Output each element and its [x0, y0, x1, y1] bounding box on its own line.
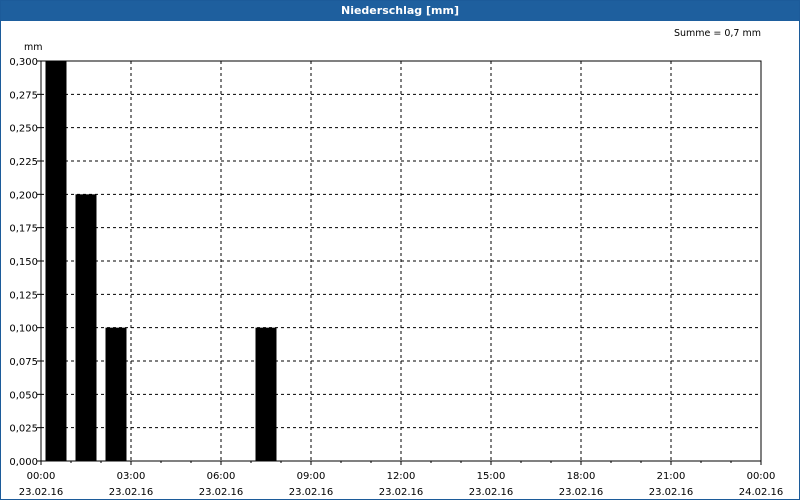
x-tick-time-label: 00:00 [27, 471, 56, 482]
x-tick-time-label: 00:00 [747, 471, 776, 482]
x-tick-date-label: 23.02.16 [559, 487, 604, 498]
precipitation-bar [105, 327, 127, 461]
y-tick-label: 0,275 [9, 90, 38, 101]
precipitation-bar [45, 61, 67, 461]
x-tick-date-label: 23.02.16 [199, 487, 244, 498]
y-tick-label: 0,150 [9, 257, 38, 268]
x-tick-date-label: 24.02.16 [739, 487, 784, 498]
y-axis-unit: mm [24, 42, 43, 53]
y-tick-label: 0,050 [9, 390, 38, 401]
y-tick-label: 0,025 [9, 424, 38, 435]
y-tick-label: 0,300 [9, 57, 38, 68]
x-tick-date-label: 23.02.16 [109, 487, 154, 498]
y-tick-label: 0,225 [9, 157, 38, 168]
x-tick-date-label: 23.02.16 [19, 487, 64, 498]
x-tick-time-label: 09:00 [297, 471, 326, 482]
y-tick-label: 0,000 [9, 457, 38, 468]
sum-label: Summe = 0,7 mm [674, 28, 761, 39]
x-tick-time-label: 03:00 [117, 471, 146, 482]
x-tick-date-label: 23.02.16 [379, 487, 424, 498]
x-tick-date-label: 23.02.16 [289, 487, 334, 498]
x-tick-time-label: 18:00 [567, 471, 596, 482]
x-tick-time-label: 06:00 [207, 471, 236, 482]
precipitation-chart: 0,000 0,025 0,050 0,075 0,100 0,125 0,150 0,175… [9, 28, 784, 498]
x-tick-date-label: 23.02.16 [469, 487, 514, 498]
y-tick-label: 0,075 [9, 357, 38, 368]
x-tick-time-label: 21:00 [657, 471, 686, 482]
x-tick-date-label: 23.02.16 [649, 487, 694, 498]
precipitation-bar [75, 194, 97, 462]
precipitation-bar [255, 327, 277, 461]
y-tick-label: 0,125 [9, 290, 38, 301]
y-tick-label: 0,200 [9, 190, 38, 201]
y-tick-label: 0,250 [9, 124, 38, 135]
x-tick-time-label: 15:00 [477, 471, 506, 482]
y-tick-label: 0,175 [9, 224, 38, 235]
x-tick-time-label: 12:00 [387, 471, 416, 482]
y-tick-label: 0,100 [9, 324, 38, 335]
